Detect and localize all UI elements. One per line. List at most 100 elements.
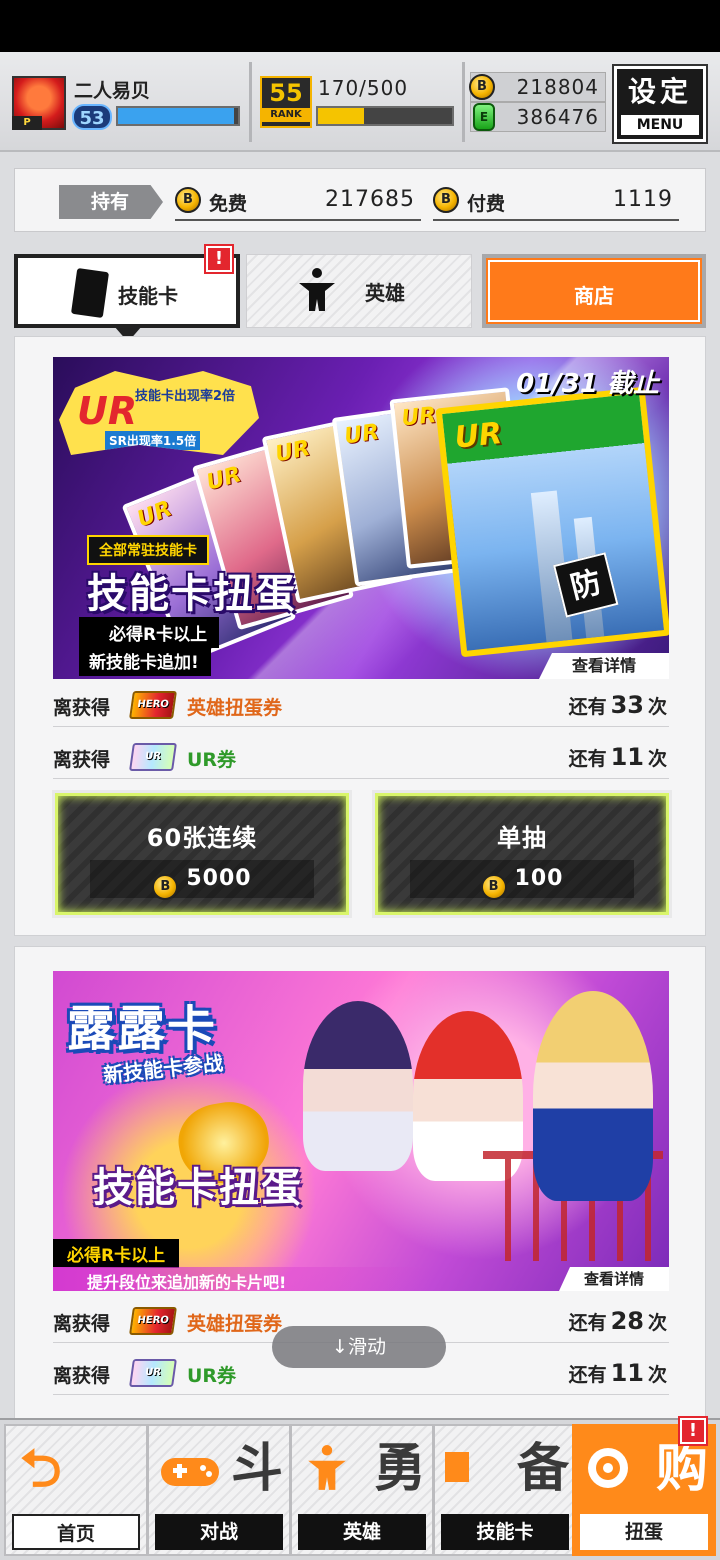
paid-currency: B 付费 1119 xyxy=(433,183,679,221)
reward-remaining: 还有 11 次 xyxy=(568,743,667,771)
rank-number: 55 xyxy=(269,79,303,107)
alert-icon: ! xyxy=(678,1416,708,1446)
gacha-panel-skill-card: UR UR UR UR UR UR 防 UR 技能卡出现率2倍 SR出现率1.5… xyxy=(14,336,706,936)
nav-skill-card[interactable]: 备 技能卡 xyxy=(433,1424,577,1556)
hero-icon xyxy=(299,268,335,311)
nav-gacha-label: 扭蛋 xyxy=(580,1514,708,1550)
free-value: 217685 xyxy=(325,187,415,212)
character-art xyxy=(533,991,653,1201)
reward-row: 离获得 HERO 英雄扭蛋券 还有 33 次 xyxy=(53,681,669,727)
player-name: 二人易贝 xyxy=(74,80,151,102)
nav-home[interactable]: ⮌ 首页 xyxy=(4,1424,148,1556)
view-details-link[interactable]: 查看详情 xyxy=(559,1267,669,1291)
holdings-tag: 持有 xyxy=(59,185,163,219)
banner-rank-note: 提升段位来追加新的卡片吧! xyxy=(53,1267,433,1291)
gacha-glyph: 购 xyxy=(655,1439,708,1499)
nav-home-label: 首页 xyxy=(12,1514,140,1550)
remaining-count: 11 xyxy=(610,743,644,771)
multi-draw-cost: B 5000 xyxy=(90,860,314,900)
nav-skill-card-label: 技能卡 xyxy=(441,1514,569,1550)
nav-gacha[interactable]: 购 扭蛋 ! xyxy=(572,1416,716,1556)
coin-value: 218804 xyxy=(516,75,599,99)
view-details-link[interactable]: 查看详情 xyxy=(539,653,669,679)
hero-ticket-icon: HERO xyxy=(129,691,177,719)
single-draw-button[interactable]: 单抽 B 100 xyxy=(372,790,672,918)
stamina-bar-fill xyxy=(318,108,364,124)
featured-card: UR 防 xyxy=(435,386,669,658)
tab-hero[interactable]: 英雄 xyxy=(246,254,472,328)
tab-shop-label: 商店 xyxy=(574,284,614,308)
stamina-bar xyxy=(316,106,454,126)
banner-headline: 露露卡 xyxy=(67,1001,218,1057)
exp-bar xyxy=(116,106,240,126)
deadline-text: 01/31 截止 xyxy=(516,369,659,399)
holdings-bar: 持有 B 免费 217685 B 付费 1119 xyxy=(14,168,706,232)
ur-rate-note: 技能卡出现率2倍 xyxy=(135,389,236,404)
reward-item: 英雄扭蛋券 xyxy=(187,697,283,719)
multi-draw-button[interactable]: 60张连续 B 5000 xyxy=(52,790,352,918)
coin-counter: B 218804 xyxy=(469,72,606,102)
single-draw-cost: B 100 xyxy=(410,860,634,900)
hero-glyph: 勇 xyxy=(373,1439,426,1499)
reward-item: 英雄扭蛋券 xyxy=(187,1313,283,1335)
reward-label: 离获得 xyxy=(53,1365,111,1387)
coin-icon: B xyxy=(433,187,459,213)
ur-ticket-icon: UR xyxy=(129,743,177,771)
remaining-count: 28 xyxy=(610,1307,644,1335)
gem-counter: E 386476 xyxy=(470,102,606,132)
card-icon xyxy=(70,267,110,319)
settings-title: 设定 xyxy=(627,75,692,108)
ur-rate-badge: UR 技能卡出现率2倍 SR出现率1.5倍 xyxy=(59,371,259,455)
gem-icon: E xyxy=(473,103,495,131)
paid-value: 1119 xyxy=(613,187,673,212)
reward-remaining: 还有 28 次 xyxy=(568,1307,667,1335)
tab-skill-card[interactable]: 技能卡 ! xyxy=(14,244,240,328)
reward-label: 离获得 xyxy=(53,1313,111,1335)
remaining-count: 11 xyxy=(610,1359,644,1387)
coin-icon: B xyxy=(469,74,495,100)
tab-shop[interactable]: 商店 xyxy=(482,254,706,328)
alert-icon: ! xyxy=(204,244,234,274)
reward-row: 离获得 UR UR券 还有 11 次 xyxy=(53,733,669,779)
rank-badge: 55 RANK xyxy=(260,76,312,128)
scroll-hint: ↓滑动 xyxy=(272,1326,446,1368)
banner-guarantee: 必得R卡以上 xyxy=(53,1239,180,1268)
player-rank-tag: P xyxy=(12,116,42,130)
gacha-banner[interactable]: UR UR UR UR UR UR 防 UR 技能卡出现率2倍 SR出现率1.5… xyxy=(53,357,669,679)
status-bar xyxy=(0,0,720,52)
coin-icon: B xyxy=(480,874,507,900)
exp-bar-fill xyxy=(118,108,235,124)
nav-hero[interactable]: 勇 英雄 xyxy=(290,1424,434,1556)
reward-remaining: 还有 11 次 xyxy=(568,1359,667,1387)
reward-label: 离获得 xyxy=(53,697,111,719)
nav-hero-label: 英雄 xyxy=(298,1514,426,1550)
tab-skill-card-label: 技能卡 xyxy=(118,284,178,308)
settings-menu-button[interactable]: 设定 MENU xyxy=(612,64,708,144)
ur-ticket-icon: UR xyxy=(129,1359,177,1387)
character-art xyxy=(303,1001,413,1171)
free-currency: B 免费 217685 xyxy=(175,183,421,221)
sr-rate-note: SR出现率1.5倍 xyxy=(105,431,201,450)
remaining-count: 33 xyxy=(610,691,644,719)
nav-battle-label: 对战 xyxy=(155,1514,283,1550)
level-badge: 53 xyxy=(72,104,112,130)
gacha-banner[interactable]: 露露卡 新技能卡参战 技能卡扭蛋 必得R卡以上 提升段位来追加新的卡片吧! 查看… xyxy=(53,971,669,1291)
free-label: 免费 xyxy=(209,193,248,215)
banner-title: 技能卡扭蛋 xyxy=(87,571,297,617)
header-divider xyxy=(462,62,465,142)
back-arrow-icon: ⮌ xyxy=(20,1439,62,1499)
reward-label: 离获得 xyxy=(53,749,111,771)
header-divider xyxy=(249,62,252,142)
banner-new-cards: 新技能卡追加! xyxy=(79,645,211,676)
single-draw-label: 单抽 xyxy=(497,824,547,852)
player-avatar[interactable]: P xyxy=(12,76,66,130)
banner-guarantee: 必得R卡以上 xyxy=(79,617,220,648)
menu-label: MENU xyxy=(621,115,699,135)
skill-card-glyph: 备 xyxy=(516,1439,569,1499)
multi-draw-label: 60张连续 xyxy=(146,824,258,852)
bottom-nav: ⮌ 首页 斗 对战 勇 英雄 备 技能卡 购 扭蛋 ! xyxy=(0,1416,720,1560)
rank-label: RANK xyxy=(262,108,310,122)
battle-glyph: 斗 xyxy=(230,1439,283,1499)
reward-item: UR券 xyxy=(187,1365,237,1387)
nav-battle[interactable]: 斗 对战 xyxy=(147,1424,291,1556)
